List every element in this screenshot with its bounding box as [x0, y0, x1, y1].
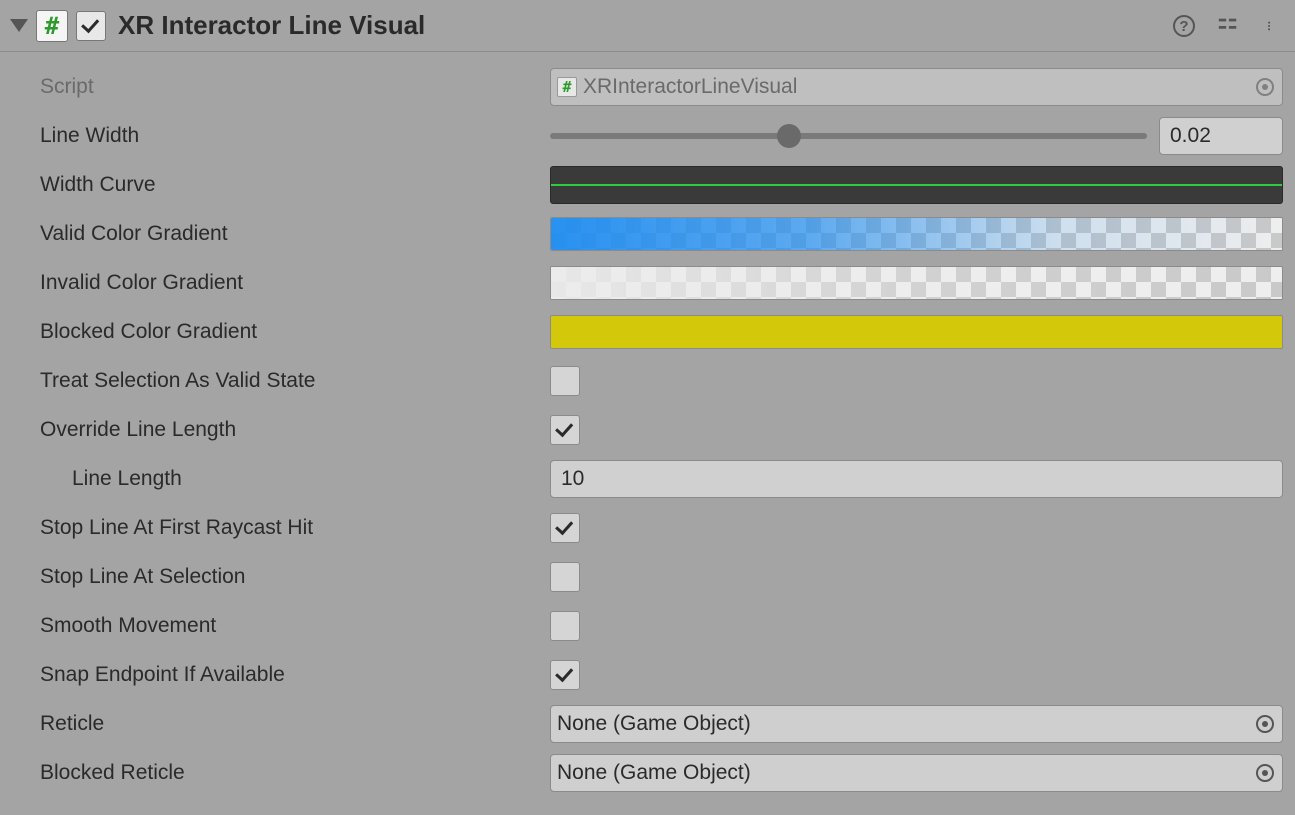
component-header: # XR Interactor Line Visual ?	[0, 0, 1295, 52]
width-curve-field[interactable]	[550, 166, 1283, 204]
curve-line-icon	[551, 184, 1282, 186]
property-row-smooth-movement: Smooth Movement	[40, 601, 1285, 650]
reticle-value: None (Game Object)	[557, 712, 751, 736]
script-type-icon: #	[36, 10, 68, 42]
label-stop-line-at-selection: Stop Line At Selection	[40, 565, 550, 589]
override-line-length-checkbox[interactable]	[550, 415, 580, 445]
context-menu-icon[interactable]	[1259, 13, 1285, 39]
gradient-preview	[551, 218, 1282, 250]
label-width-curve: Width Curve	[40, 173, 550, 197]
smooth-movement-checkbox[interactable]	[550, 611, 580, 641]
object-picker-icon[interactable]	[1256, 764, 1274, 782]
property-row-stop-line-at-first-raycast-hit: Stop Line At First Raycast Hit	[40, 503, 1285, 552]
help-icon[interactable]: ?	[1171, 13, 1197, 39]
blocked-reticle-field[interactable]: None (Game Object)	[550, 754, 1283, 792]
checkmark-icon	[555, 663, 573, 682]
presets-icon[interactable]	[1215, 13, 1241, 39]
property-row-reticle: Reticle None (Game Object)	[40, 699, 1285, 748]
property-row-invalid-color-gradient: Invalid Color Gradient	[40, 258, 1285, 307]
component-enabled-checkbox[interactable]	[76, 11, 106, 41]
reticle-field[interactable]: None (Game Object)	[550, 705, 1283, 743]
label-valid-color-gradient: Valid Color Gradient	[40, 222, 550, 246]
property-row-stop-line-at-selection: Stop Line At Selection	[40, 552, 1285, 601]
properties-panel: Script # XRInteractorLineVisual Line Wid…	[0, 52, 1295, 797]
object-picker-icon	[1256, 78, 1274, 96]
label-stop-line-at-first-raycast-hit: Stop Line At First Raycast Hit	[40, 516, 550, 540]
script-value: XRInteractorLineVisual	[583, 75, 797, 99]
label-snap-endpoint-if-available: Snap Endpoint If Available	[40, 663, 550, 687]
line-length-input[interactable]: 10	[550, 460, 1283, 498]
slider-thumb-icon[interactable]	[777, 124, 801, 148]
checkmark-icon	[555, 418, 573, 437]
checkmark-icon	[555, 516, 573, 535]
property-row-line-width: Line Width 0.02	[40, 111, 1285, 160]
line-width-input[interactable]: 0.02	[1159, 117, 1283, 155]
property-row-valid-color-gradient: Valid Color Gradient	[40, 209, 1285, 258]
gradient-preview	[551, 316, 1282, 348]
property-row-width-curve: Width Curve	[40, 160, 1285, 209]
blocked-color-gradient-field[interactable]	[550, 315, 1283, 349]
property-row-override-line-length: Override Line Length	[40, 405, 1285, 454]
label-override-line-length: Override Line Length	[40, 418, 550, 442]
label-blocked-reticle: Blocked Reticle	[40, 761, 550, 785]
label-line-length: Line Length	[40, 467, 550, 491]
invalid-color-gradient-field[interactable]	[550, 266, 1283, 300]
valid-color-gradient-field[interactable]	[550, 217, 1283, 251]
blocked-reticle-value: None (Game Object)	[557, 761, 751, 785]
stop-line-at-first-raycast-hit-checkbox[interactable]	[550, 513, 580, 543]
treat-selection-as-valid-state-checkbox[interactable]	[550, 366, 580, 396]
property-row-blocked-reticle: Blocked Reticle None (Game Object)	[40, 748, 1285, 797]
label-line-width: Line Width	[40, 124, 550, 148]
line-width-slider[interactable]	[550, 133, 1147, 139]
snap-endpoint-if-available-checkbox[interactable]	[550, 660, 580, 690]
property-row-blocked-color-gradient: Blocked Color Gradient	[40, 307, 1285, 356]
label-treat-selection-as-valid-state: Treat Selection As Valid State	[40, 369, 550, 393]
property-row-snap-endpoint-if-available: Snap Endpoint If Available	[40, 650, 1285, 699]
svg-text:?: ?	[1179, 18, 1188, 35]
script-hash-icon: #	[557, 77, 577, 97]
property-row-script: Script # XRInteractorLineVisual	[40, 62, 1285, 111]
label-script: Script	[40, 75, 550, 99]
script-field: # XRInteractorLineVisual	[550, 68, 1283, 106]
property-row-line-length: Line Length 10	[40, 454, 1285, 503]
checkmark-icon	[81, 14, 99, 33]
gradient-preview	[551, 267, 1282, 299]
property-row-treat-selection-as-valid-state: Treat Selection As Valid State	[40, 356, 1285, 405]
label-reticle: Reticle	[40, 712, 550, 736]
object-picker-icon[interactable]	[1256, 715, 1274, 733]
foldout-toggle-icon[interactable]	[10, 19, 28, 32]
stop-line-at-selection-checkbox[interactable]	[550, 562, 580, 592]
label-blocked-color-gradient: Blocked Color Gradient	[40, 320, 550, 344]
label-smooth-movement: Smooth Movement	[40, 614, 550, 638]
component-title: XR Interactor Line Visual	[118, 10, 1171, 41]
header-icon-group: ?	[1171, 13, 1285, 39]
label-invalid-color-gradient: Invalid Color Gradient	[40, 271, 550, 295]
